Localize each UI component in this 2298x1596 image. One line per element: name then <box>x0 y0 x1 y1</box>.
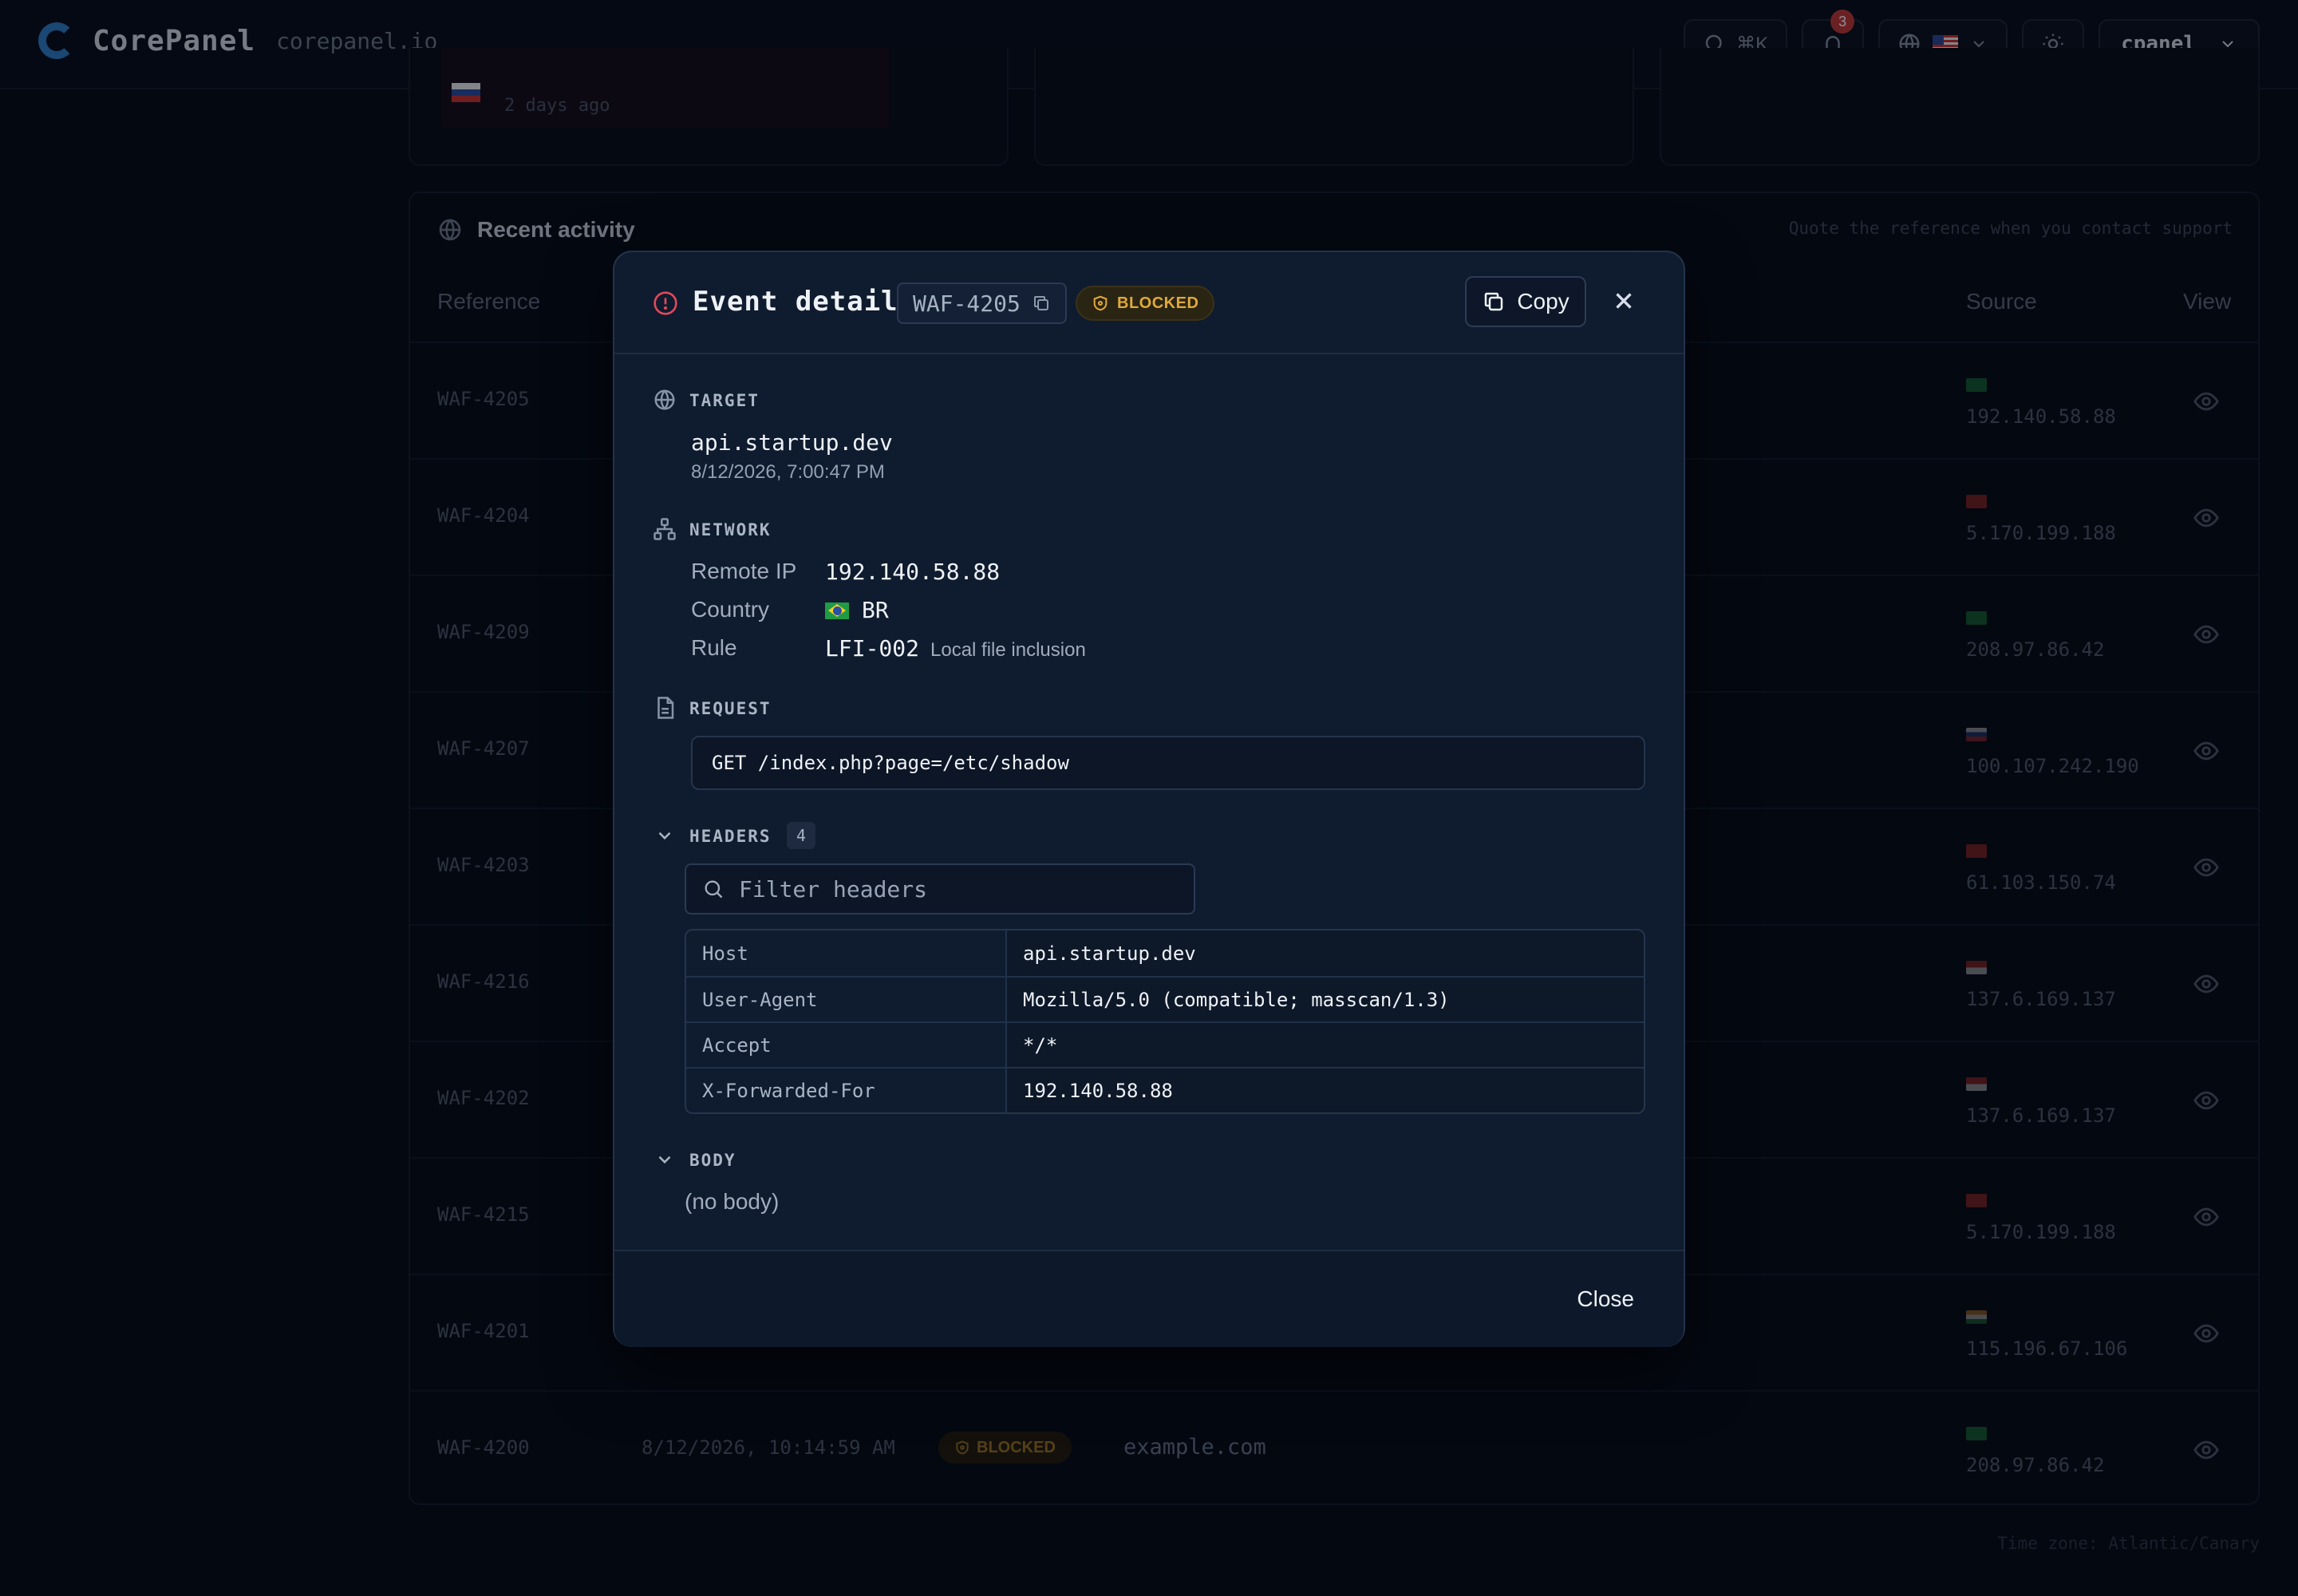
target-host: api.startup.dev <box>691 429 893 456</box>
dialog-title: Event detail <box>693 286 898 318</box>
target-time: 8/12/2026, 7:00:47 PM <box>691 461 885 483</box>
chevron-down-icon[interactable] <box>654 1149 675 1170</box>
headers-filter <box>685 863 1195 915</box>
rule-label: Rule <box>691 635 737 660</box>
header-value: Mozilla/5.0 (compatible; masscan/1.3) <box>1023 988 1450 1011</box>
chevron-down-icon[interactable] <box>654 825 675 846</box>
dialog-header: Event detail WAF-4205 BLOCKED Copy <box>614 252 1684 354</box>
search-icon <box>705 880 723 899</box>
headers-table: Host api.startup.dev User-Agent Mozilla/5.0… <box>685 929 1645 1114</box>
header-row: Accept */* <box>686 1021 1644 1067</box>
document-icon <box>657 697 674 719</box>
section-body-toggle[interactable]: BODY <box>689 1151 736 1170</box>
header-value: */* <box>1023 1033 1058 1057</box>
copy-icon[interactable] <box>1032 294 1051 313</box>
header-value: 192.140.58.88 <box>1023 1079 1173 1102</box>
header-key: Host <box>686 930 1007 976</box>
country-value: BR <box>825 597 889 623</box>
header-row: Host api.startup.dev <box>686 930 1644 976</box>
header-row: X-Forwarded-For 192.140.58.88 <box>686 1067 1644 1112</box>
copy-label: Copy <box>1517 289 1570 314</box>
request-line: GET /index.php?page=/etc/shadow <box>691 736 1645 790</box>
shield-icon <box>1093 295 1108 311</box>
network-icon <box>653 518 676 540</box>
status-text: BLOCKED <box>1117 294 1199 312</box>
header-key: Accept <box>686 1023 1007 1067</box>
close-icon[interactable] <box>1610 287 1637 314</box>
section-headers-toggle[interactable]: HEADERS <box>689 827 772 846</box>
section-request-label: REQUEST <box>689 699 772 718</box>
body-content: (no body) <box>685 1189 780 1214</box>
header-key: User-Agent <box>686 978 1007 1021</box>
header-value: api.startup.dev <box>1023 942 1196 965</box>
alert-circle-icon <box>653 291 677 315</box>
event-detail-dialog: Event detail WAF-4205 BLOCKED Copy TARGE… <box>613 251 1685 1347</box>
globe-icon <box>654 389 675 410</box>
filter-headers-input[interactable] <box>739 875 1178 903</box>
copy-icon <box>1485 292 1503 311</box>
country-code: BR <box>862 597 889 623</box>
section-target-label: TARGET <box>689 391 760 410</box>
rule-value: LFI-002 Local file inclusion <box>825 635 1086 662</box>
rule-id: LFI-002 <box>825 635 920 662</box>
rule-description: Local file inclusion <box>930 639 1086 661</box>
dialog-footer: Close <box>614 1250 1684 1347</box>
close-button[interactable]: Close <box>1569 1283 1642 1315</box>
reference-chip[interactable]: WAF-4205 <box>897 282 1067 324</box>
reference-id: WAF-4205 <box>913 290 1021 317</box>
brazil-flag-icon <box>825 602 849 619</box>
status-badge: BLOCKED <box>1076 286 1215 321</box>
headers-count-badge: 4 <box>787 822 815 849</box>
section-network-label: NETWORK <box>689 520 772 539</box>
remote-ip-value: 192.140.58.88 <box>825 559 1001 585</box>
country-label: Country <box>691 597 770 622</box>
remote-ip-label: Remote IP <box>691 559 797 583</box>
header-key: X-Forwarded-For <box>686 1069 1007 1112</box>
copy-button[interactable]: Copy <box>1465 276 1586 327</box>
header-row: User-Agent Mozilla/5.0 (compatible; massc… <box>686 976 1644 1021</box>
